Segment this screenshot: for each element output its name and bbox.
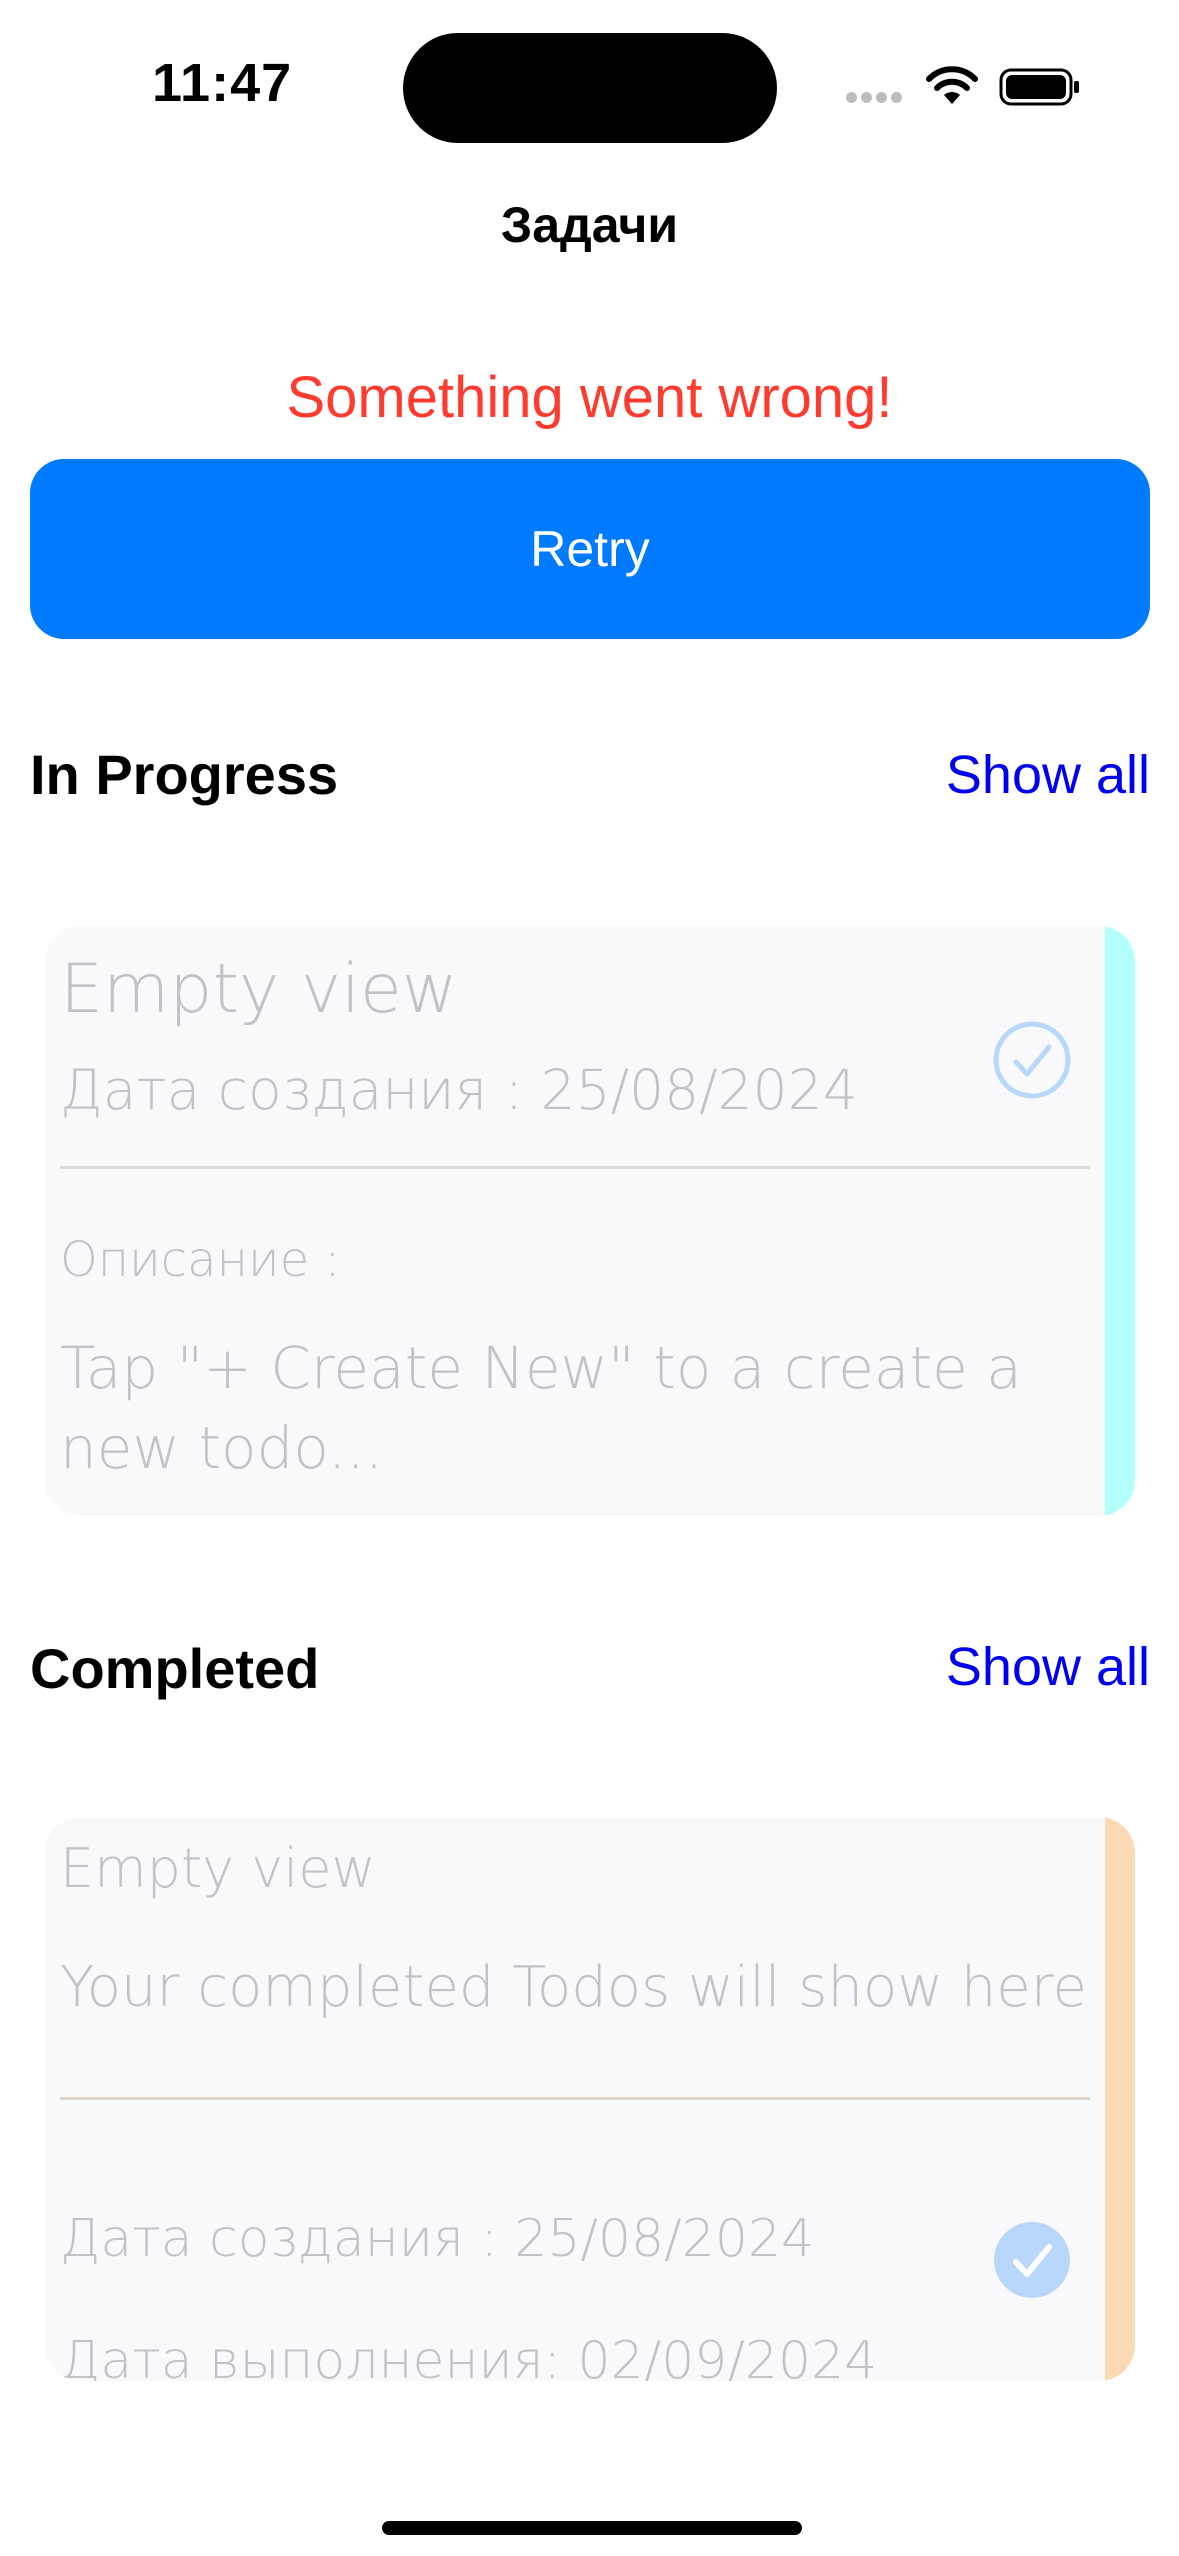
card-created-date: Дата создания : 25/08/2024: [60, 1058, 858, 1122]
cellular-signal-icon: [846, 92, 904, 106]
card-created-date: Дата создания : 25/08/2024: [60, 2209, 815, 2269]
check-circle-filled-icon[interactable]: [992, 2220, 1072, 2300]
in-progress-title: In Progress: [30, 743, 339, 806]
home-indicator: [382, 2521, 802, 2535]
card-description-line: new todo...: [60, 1414, 384, 1482]
status-time: 11:47: [152, 53, 293, 113]
card-done-date: Дата выполнения: 02/09/2024: [60, 2331, 878, 2381]
in-progress-show-all-link[interactable]: Show all: [946, 744, 1150, 806]
card-accent-bar: [1105, 1817, 1135, 2381]
card-description-line: Tap "+ Create New" to a create a: [60, 1334, 1022, 1402]
card-description-label: Описание :: [60, 1232, 341, 1288]
card-accent-bar: [1105, 926, 1135, 1516]
check-circle-outline-icon[interactable]: [992, 1020, 1072, 1100]
completed-show-all-link[interactable]: Show all: [946, 1636, 1150, 1698]
card-title: Empty view: [60, 1837, 376, 1900]
in-progress-card[interactable]: Empty view Дата создания : 25/08/2024 Оп…: [45, 926, 1135, 1516]
card-divider: [60, 1166, 1090, 1169]
card-divider: [60, 2097, 1090, 2100]
dynamic-island: [403, 33, 777, 143]
card-title: Empty view: [60, 950, 458, 1029]
completed-title: Completed: [30, 1637, 320, 1700]
wifi-icon: [926, 66, 978, 104]
page-title: Задачи: [500, 197, 679, 253]
retry-button[interactable]: Retry: [30, 459, 1150, 639]
card-subtitle: Your completed Todos will show here: [60, 1955, 1088, 2020]
completed-card[interactable]: Empty view Your completed Todos will sho…: [45, 1817, 1135, 2381]
battery-icon: [999, 68, 1079, 106]
error-message: Something went wrong!: [286, 365, 893, 430]
